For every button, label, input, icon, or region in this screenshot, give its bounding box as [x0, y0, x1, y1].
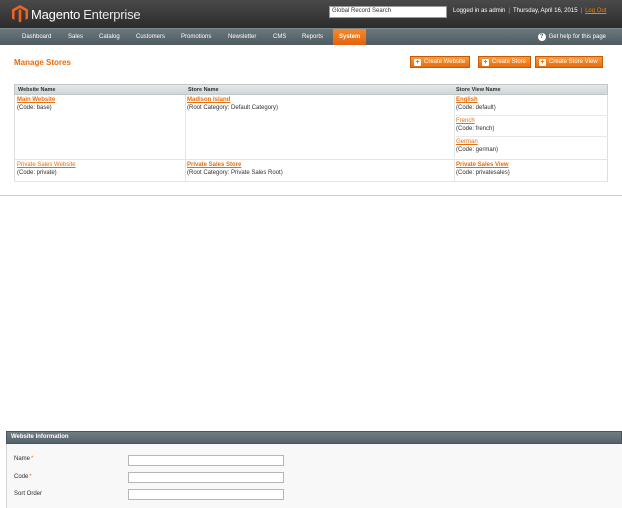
nav-sales[interactable]: Sales: [62, 29, 89, 45]
table-row: Main Website (Code: base) Madison Island…: [14, 95, 608, 160]
website-information-header: Website Information: [6, 431, 622, 444]
sort-order-field[interactable]: [128, 489, 284, 500]
nav-newsletter[interactable]: Newsletter: [222, 29, 262, 45]
website-link[interactable]: Private Sales Website: [17, 162, 76, 168]
website-cell: Private Sales Website (Code: private): [17, 161, 76, 177]
magento-logo[interactable]: Magento Enterprise: [12, 5, 141, 23]
column-header-store[interactable]: Store Name: [188, 87, 219, 93]
global-record-search-input[interactable]: Global Record Search: [329, 6, 447, 18]
create-website-label: Create Website: [424, 59, 466, 65]
list-item: German (Code: german): [456, 137, 608, 158]
help-icon: ?: [537, 33, 546, 41]
main-nav: Dashboard Sales Catalog Customers Promot…: [0, 28, 622, 45]
store-cell: Private Sales Store (Root Category: Priv…: [187, 161, 283, 177]
name-field[interactable]: [128, 455, 284, 466]
website-link[interactable]: Main Website: [17, 97, 55, 103]
store-view-link[interactable]: German: [456, 139, 478, 145]
logged-in-text: Logged in as admin: [453, 8, 506, 14]
store-root-category: (Root Category: Private Sales Root): [187, 170, 283, 176]
admin-header: Magento Enterprise Global Record Search L…: [0, 0, 622, 28]
store-view-code: (Code: default): [456, 105, 496, 111]
store-view-link[interactable]: French: [456, 118, 475, 124]
nav-system[interactable]: System: [333, 29, 367, 45]
help-link-label: Get help for this page: [548, 34, 606, 40]
list-item: English (Code: default): [456, 95, 608, 116]
store-cell: Madison Island (Root Category: Default C…: [187, 96, 278, 112]
nav-dashboard[interactable]: Dashboard: [16, 29, 57, 45]
column-header-website[interactable]: Website Name: [18, 87, 56, 93]
store-view-cell: Private Sales View (Code: privatesales): [454, 160, 608, 181]
create-store-button[interactable]: + Create Store: [478, 56, 532, 68]
stores-grid: Website Name Store Name Store View Name …: [14, 84, 608, 182]
column-header-store-view[interactable]: Store View Name: [456, 87, 501, 93]
create-store-view-label: Create Store View: [549, 59, 598, 65]
nav-customers[interactable]: Customers: [130, 29, 171, 45]
section-divider: [0, 195, 622, 196]
store-view-cell: English (Code: default) French (Code: fr…: [454, 95, 608, 158]
store-link[interactable]: Madison Island: [187, 97, 230, 103]
list-item: Private Sales View (Code: privatesales): [456, 160, 608, 181]
sort-order-label: Sort Order: [14, 491, 43, 497]
nav-promotions[interactable]: Promotions: [175, 29, 217, 45]
store-view-code: (Code: german): [456, 147, 499, 153]
list-item: French (Code: french): [456, 116, 608, 137]
header-user-info: Logged in as admin | Thursday, April 16, 2…: [453, 8, 607, 14]
nav-catalog[interactable]: Catalog: [93, 29, 126, 45]
magento-logo-icon: [12, 5, 28, 23]
logout-link[interactable]: Log Out: [585, 8, 606, 14]
store-view-code: (Code: french): [456, 126, 495, 132]
name-label: Name*: [14, 456, 34, 462]
create-store-label: Create Store: [492, 59, 527, 65]
nav-cms[interactable]: CMS: [267, 29, 292, 45]
plus-icon: +: [539, 58, 546, 66]
grid-header: Website Name Store Name Store View Name: [14, 84, 608, 95]
website-cell: Main Website (Code: base): [17, 96, 55, 112]
table-row: Private Sales Website (Code: private) Pr…: [14, 160, 608, 182]
store-view-link[interactable]: Private Sales View: [456, 162, 509, 168]
nav-reports[interactable]: Reports: [296, 29, 329, 45]
code-label: Code*: [14, 474, 32, 480]
website-code: (Code: private): [17, 170, 57, 176]
website-information-fieldset: [6, 444, 622, 508]
current-date: Thursday, April 16, 2015: [512, 8, 578, 14]
plus-icon: +: [414, 58, 421, 66]
create-store-view-button[interactable]: + Create Store View: [535, 56, 603, 68]
store-link[interactable]: Private Sales Store: [187, 162, 241, 168]
page-title: Manage Stores: [14, 58, 71, 67]
plus-icon: +: [482, 58, 489, 66]
code-field[interactable]: [128, 472, 284, 483]
help-link[interactable]: ? Get help for this page: [537, 29, 606, 45]
create-website-button[interactable]: + Create Website: [410, 56, 471, 68]
store-view-link[interactable]: English: [456, 97, 478, 103]
brand-name: Magento Enterprise: [31, 6, 141, 22]
store-root-category: (Root Category: Default Category): [187, 105, 279, 111]
website-code: (Code: base): [17, 105, 52, 111]
store-view-code: (Code: privatesales): [456, 170, 510, 176]
